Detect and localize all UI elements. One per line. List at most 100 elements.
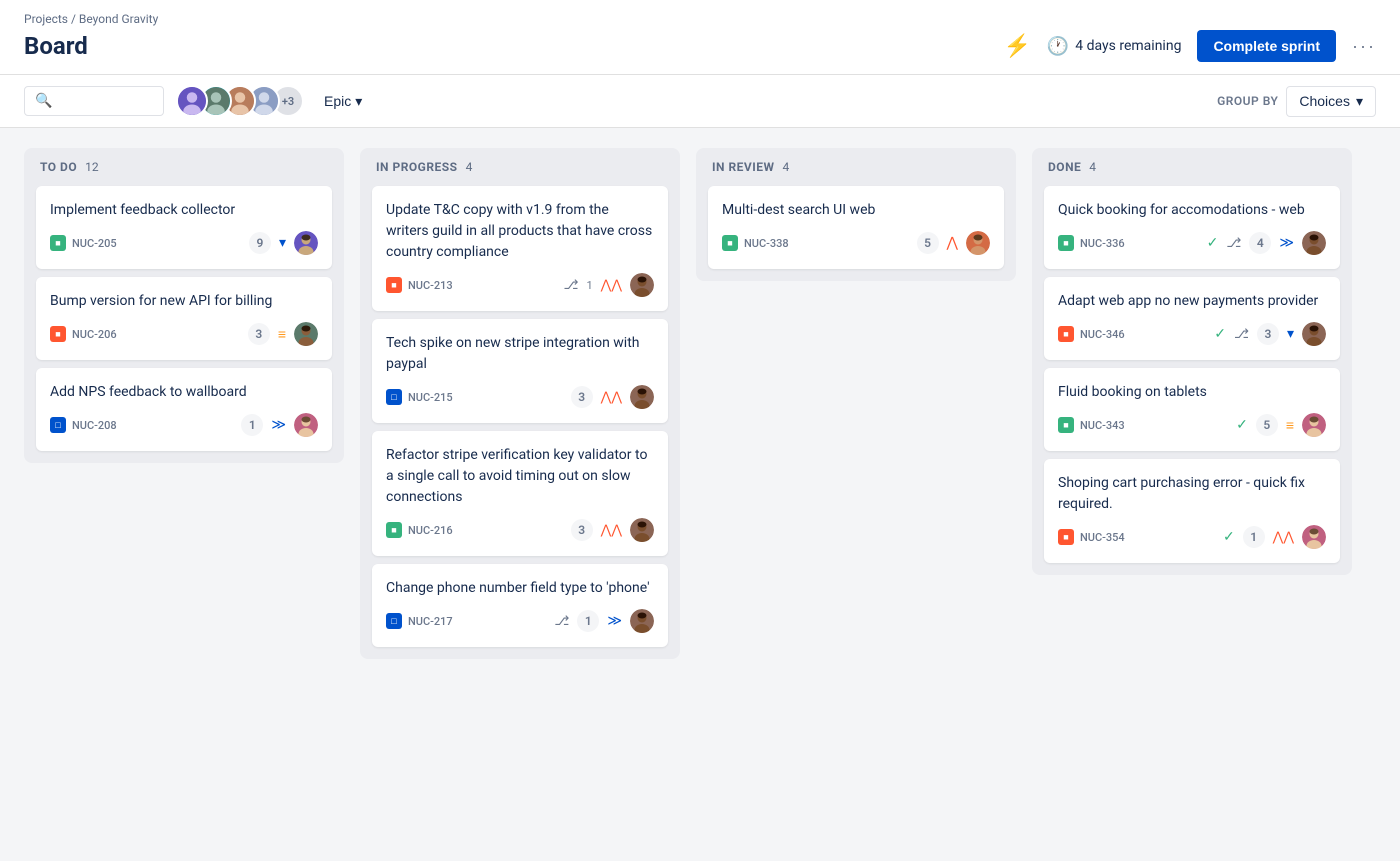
type-badge: ■ <box>50 326 66 342</box>
priority-icon: ▾ <box>279 235 286 251</box>
assignee-avatar <box>630 609 654 633</box>
task-card[interactable]: Refactor stripe verification key validat… <box>372 431 668 556</box>
branch-icon: ⎇ <box>554 614 569 629</box>
toolbar-right: GROUP BY Choices ▾ <box>1217 86 1376 117</box>
priority-icon: ⋀⋀ <box>1273 531 1294 544</box>
board: TO DO 12 Implement feedback collector ■ … <box>0 128 1400 679</box>
card-meta: 5⋀ <box>917 231 990 255</box>
task-card[interactable]: Shoping cart purchasing error - quick fi… <box>1044 459 1340 563</box>
card-id: NUC-336 <box>1080 237 1125 250</box>
assignee-avatar <box>1302 413 1326 437</box>
column-done: DONE 4 Quick booking for accomodations -… <box>1032 148 1352 575</box>
task-card[interactable]: Update T&C copy with v1.9 from the write… <box>372 186 668 311</box>
task-card[interactable]: Adapt web app no new payments provider ■… <box>1044 277 1340 360</box>
priority-icon: ≡ <box>1286 417 1294 434</box>
column-title-inprogress: IN PROGRESS <box>376 160 458 174</box>
column-count-inreview: 4 <box>783 160 790 174</box>
task-card[interactable]: Bump version for new API for billing ■ N… <box>36 277 332 360</box>
search-icon: 🔍 <box>35 93 52 109</box>
priority-icon: ≫ <box>271 417 286 433</box>
column-inprogress: IN PROGRESS 4 Update T&C copy with v1.9 … <box>360 148 680 659</box>
priority-icon: ⋀ <box>947 235 958 251</box>
check-icon: ✓ <box>1207 235 1219 251</box>
more-options-button[interactable]: ··· <box>1352 36 1376 57</box>
page-title: Board <box>24 32 88 60</box>
task-card[interactable]: Tech spike on new stripe integration wit… <box>372 319 668 423</box>
card-points: 1 <box>577 610 599 632</box>
task-card[interactable]: Quick booking for accomodations - web ■ … <box>1044 186 1340 269</box>
card-meta: ⎇1⋀⋀ <box>564 273 655 297</box>
card-title: Quick booking for accomodations - web <box>1058 200 1326 221</box>
priority-icon: ⋀⋀ <box>601 391 622 404</box>
assignee-avatar <box>630 518 654 542</box>
epic-filter-button[interactable]: Epic ▾ <box>316 89 370 114</box>
column-title-done: DONE <box>1048 160 1081 174</box>
card-title: Shoping cart purchasing error - quick fi… <box>1058 473 1326 515</box>
card-meta: 3≡ <box>248 322 318 346</box>
card-id: NUC-208 <box>72 419 117 432</box>
epic-chevron-icon: ▾ <box>355 93 362 110</box>
task-card[interactable]: Fluid booking on tablets ■ NUC-343 ✓5≡ <box>1044 368 1340 451</box>
task-card[interactable]: Multi-dest search UI web ■ NUC-338 5⋀ <box>708 186 1004 269</box>
card-title: Refactor stripe verification key validat… <box>386 445 654 508</box>
card-id: NUC-354 <box>1080 531 1125 544</box>
days-remaining: 4 days remaining <box>1075 38 1181 54</box>
complete-sprint-button[interactable]: Complete sprint <box>1197 30 1336 62</box>
assignee-avatar <box>1302 322 1326 346</box>
timer-section: 🕐 4 days remaining <box>1047 36 1182 57</box>
type-badge: □ <box>386 613 402 629</box>
card-footer: ■ NUC-213 ⎇1⋀⋀ <box>386 273 654 297</box>
assignee-avatar <box>294 231 318 255</box>
card-footer: ■ NUC-216 3⋀⋀ <box>386 518 654 542</box>
card-points: 3 <box>1257 323 1279 345</box>
type-badge: ■ <box>1058 326 1074 342</box>
card-footer: ■ NUC-338 5⋀ <box>722 231 990 255</box>
card-id-section: ■ NUC-336 <box>1058 235 1125 251</box>
column-inreview: IN REVIEW 4 Multi-dest search UI web ■ N… <box>696 148 1016 281</box>
card-id: NUC-215 <box>408 391 453 404</box>
card-title: Multi-dest search UI web <box>722 200 990 221</box>
task-card[interactable]: Add NPS feedback to wallboard □ NUC-208 … <box>36 368 332 451</box>
card-meta: 3⋀⋀ <box>571 518 654 542</box>
card-id: NUC-346 <box>1080 328 1125 341</box>
choices-label: Choices <box>1299 93 1350 109</box>
card-footer: ■ NUC-336 ✓⎇4≫ <box>1058 231 1326 255</box>
card-title: Bump version for new API for billing <box>50 291 318 312</box>
card-id: NUC-217 <box>408 615 453 628</box>
search-input[interactable] <box>58 93 158 109</box>
card-meta: ✓1⋀⋀ <box>1223 525 1326 549</box>
search-box[interactable]: 🔍 <box>24 86 164 116</box>
type-badge: ■ <box>1058 529 1074 545</box>
avatar-group: +3 <box>176 85 304 117</box>
card-footer: ■ NUC-206 3≡ <box>50 322 318 346</box>
card-points: 5 <box>1256 414 1278 436</box>
column-title-todo: TO DO <box>40 160 77 174</box>
choices-button[interactable]: Choices ▾ <box>1286 86 1376 117</box>
assignee-avatar <box>294 322 318 346</box>
card-id-section: ■ NUC-346 <box>1058 326 1125 342</box>
card-id-section: ■ NUC-354 <box>1058 529 1125 545</box>
card-title: Fluid booking on tablets <box>1058 382 1326 403</box>
card-id: NUC-216 <box>408 524 453 537</box>
card-id: NUC-338 <box>744 237 789 250</box>
branch-icon: ⎇ <box>564 278 579 293</box>
group-by-label: GROUP BY <box>1217 94 1278 108</box>
type-badge: ■ <box>1058 417 1074 433</box>
card-title: Implement feedback collector <box>50 200 318 221</box>
lightning-icon[interactable]: ⚡ <box>1003 34 1030 59</box>
card-title: Update T&C copy with v1.9 from the write… <box>386 200 654 263</box>
task-card[interactable]: Change phone number field type to 'phone… <box>372 564 668 647</box>
task-card[interactable]: Implement feedback collector ■ NUC-205 9… <box>36 186 332 269</box>
card-points: 3 <box>571 519 593 541</box>
column-count-done: 4 <box>1089 160 1096 174</box>
priority-icon: ≡ <box>278 326 286 343</box>
column-count-todo: 12 <box>85 160 99 174</box>
type-badge: ■ <box>1058 235 1074 251</box>
check-icon: ✓ <box>1223 529 1235 545</box>
branch-count: 1 <box>586 279 592 292</box>
card-points: 5 <box>917 232 939 254</box>
card-id: NUC-213 <box>408 279 453 292</box>
avatar-1[interactable] <box>176 85 208 117</box>
card-meta: 1≫ <box>241 413 318 437</box>
column-count-inprogress: 4 <box>466 160 473 174</box>
